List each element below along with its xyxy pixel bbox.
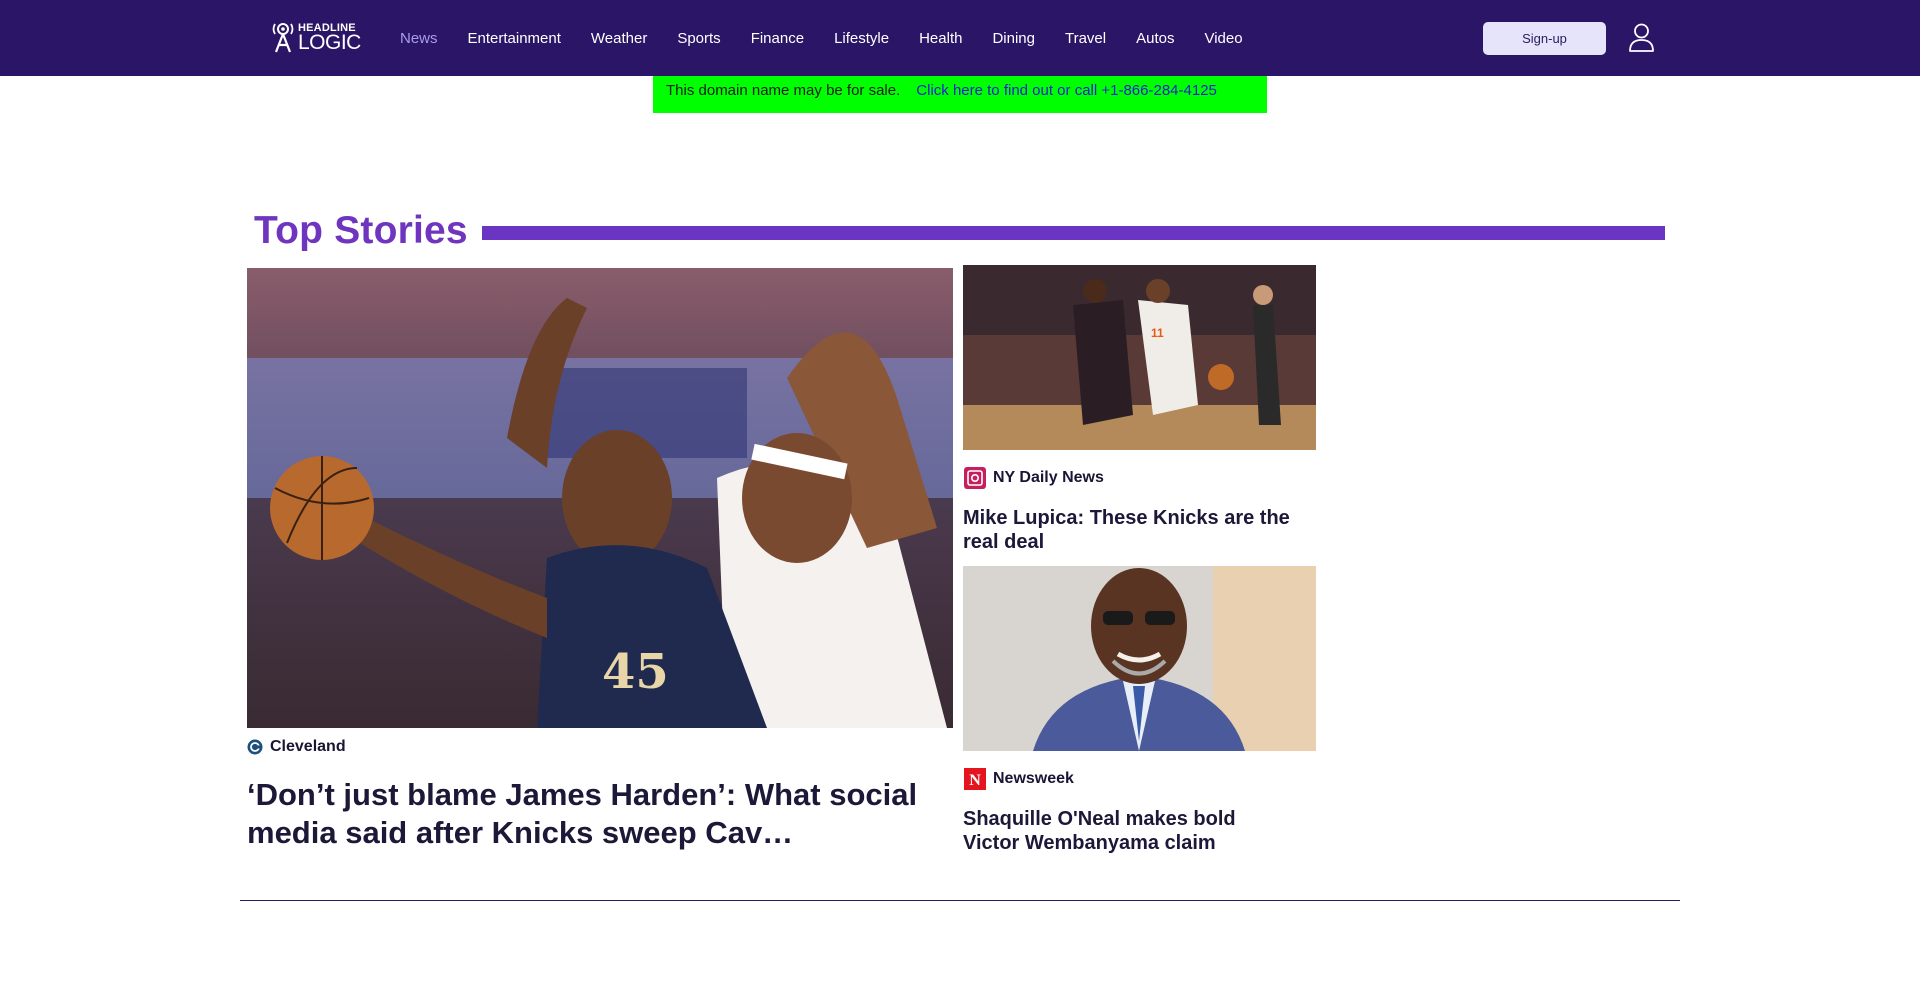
- section-divider: [240, 900, 1680, 901]
- cleveland-source-icon: [247, 739, 263, 755]
- logo-tower-icon: [272, 23, 294, 53]
- main-story-source: Cleveland: [247, 738, 346, 756]
- nav-news[interactable]: News: [400, 29, 438, 49]
- shaq-photo-illustration: [963, 566, 1316, 751]
- svg-text:45: 45: [602, 644, 669, 700]
- basketball-photo-illustration: 45: [247, 268, 953, 728]
- nav-weather[interactable]: Weather: [591, 29, 647, 49]
- headline-logic-logo[interactable]: HEADLINE LOGIC: [271, 19, 363, 55]
- nav-travel[interactable]: Travel: [1065, 29, 1106, 49]
- signup-button[interactable]: Sign-up: [1483, 22, 1606, 55]
- main-story-source-name: Cleveland: [270, 738, 346, 755]
- svg-text:11: 11: [1151, 326, 1164, 340]
- knicks-photo-illustration: 11: [963, 265, 1316, 450]
- ny-daily-news-icon: [964, 467, 986, 489]
- sale-banner-link[interactable]: Click here to find out or call +1-866-28…: [916, 82, 1217, 99]
- section-title: Top Stories: [254, 209, 468, 252]
- user-account-icon[interactable]: [1628, 22, 1655, 52]
- nav-entertainment[interactable]: Entertainment: [468, 29, 561, 49]
- sale-banner-text: This domain name may be for sale.: [666, 82, 901, 99]
- nav-lifestyle[interactable]: Lifestyle: [834, 29, 889, 49]
- side-story-2-image[interactable]: [963, 566, 1316, 751]
- side-story-2-source-name: Newsweek: [993, 770, 1074, 787]
- nav-autos[interactable]: Autos: [1136, 29, 1174, 49]
- main-story-image[interactable]: 45: [247, 268, 953, 728]
- nav-video[interactable]: Video: [1204, 29, 1242, 49]
- section-title-bar: [482, 226, 1665, 240]
- logo-line2: LOGIC: [298, 31, 361, 54]
- side-story-2-headline[interactable]: Shaquille O'Neal makes bold Victor Wemba…: [963, 807, 1293, 855]
- nav-finance[interactable]: Finance: [751, 29, 804, 49]
- nav-health[interactable]: Health: [919, 29, 962, 49]
- side-story-1-source: NY Daily News: [964, 467, 1104, 489]
- side-story-1-source-name: NY Daily News: [993, 469, 1104, 486]
- side-story-1-headline[interactable]: Mike Lupica: These Knicks are the real d…: [963, 506, 1293, 554]
- main-nav: News Entertainment Weather Sports Financ…: [400, 29, 1243, 49]
- side-story-2-source: N Newsweek: [964, 768, 1074, 790]
- main-story-headline[interactable]: ‘Don’t just blame James Harden’: What so…: [247, 776, 947, 852]
- site-header: HEADLINE LOGIC News Entertainment Weathe…: [0, 0, 1920, 76]
- newsweek-icon: N: [964, 768, 986, 790]
- svg-text:N: N: [969, 772, 981, 789]
- side-story-1-image[interactable]: 11: [963, 265, 1316, 450]
- nav-sports[interactable]: Sports: [677, 29, 720, 49]
- domain-sale-banner: This domain name may be for sale. Click h…: [653, 76, 1267, 113]
- nav-dining[interactable]: Dining: [992, 29, 1035, 49]
